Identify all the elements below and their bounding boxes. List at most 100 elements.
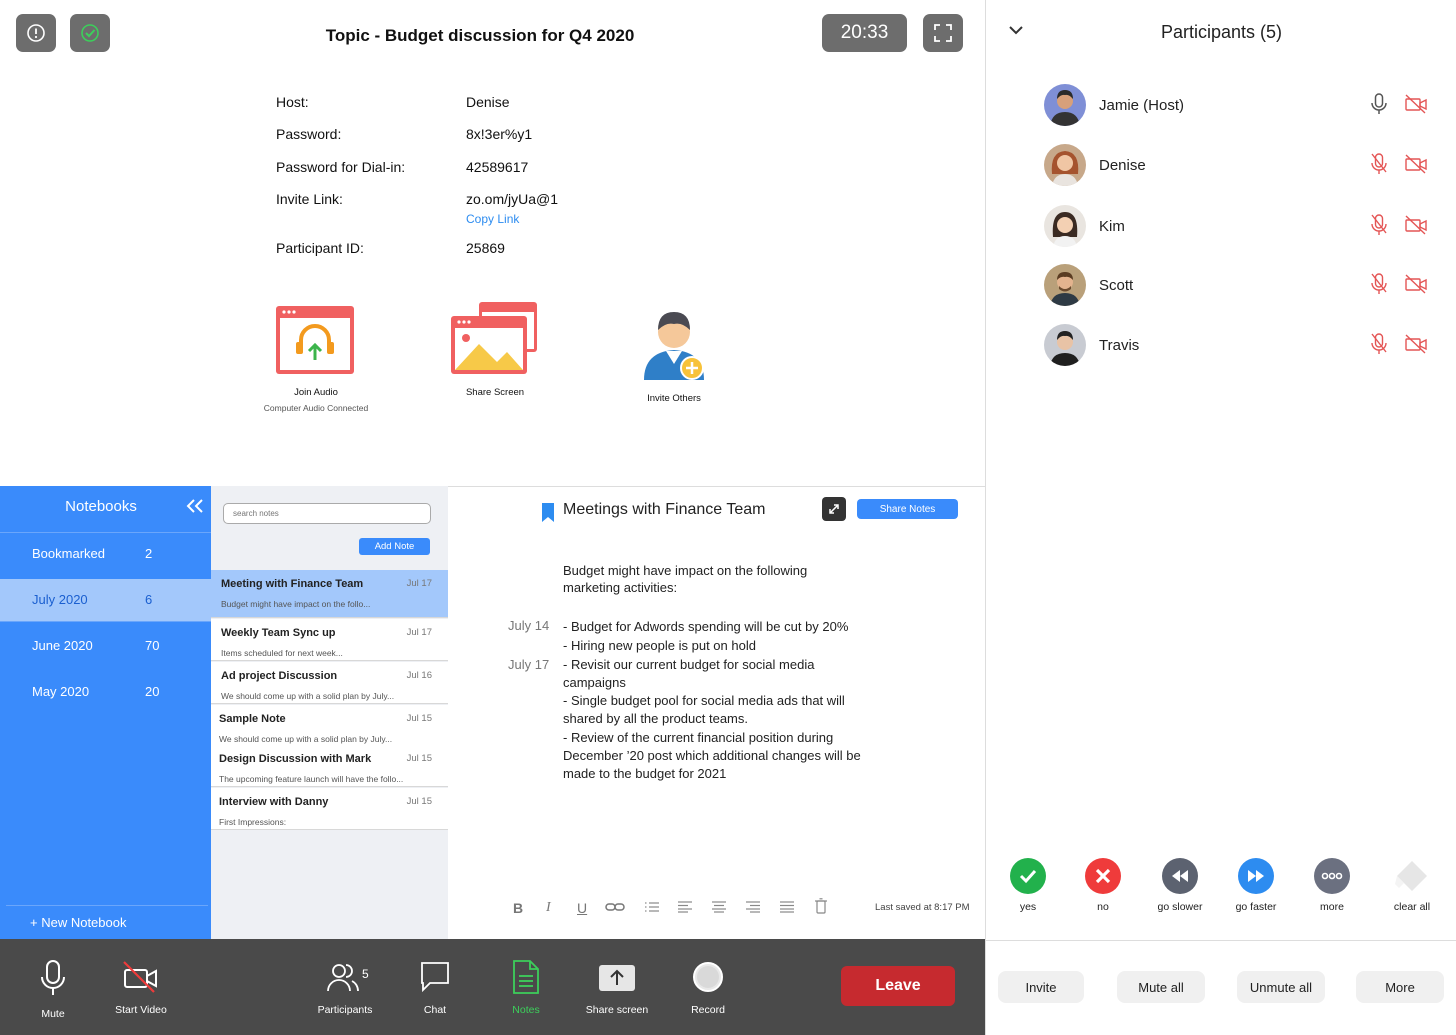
- mute-label: Mute: [41, 1008, 65, 1020]
- notebook-june-2020[interactable]: June 2020 70: [0, 625, 211, 667]
- reaction-clear-all[interactable]: clear all: [1377, 858, 1447, 913]
- note-item[interactable]: Interview with Danny Jul 15 First Impres…: [211, 788, 448, 830]
- align-right-icon[interactable]: [746, 901, 760, 913]
- italic-button[interactable]: I: [546, 900, 551, 916]
- mute-button[interactable]: Mute: [13, 959, 93, 1020]
- note-item[interactable]: Ad project Discussion Jul 16 We should c…: [211, 662, 448, 704]
- note-text-line[interactable]: December ’20 post which additional chang…: [563, 748, 861, 763]
- note-item[interactable]: Meeting with Finance Team Jul 17 Budget …: [211, 570, 448, 618]
- microphone-icon: [41, 960, 65, 995]
- copy-link[interactable]: Copy Link: [466, 212, 519, 226]
- note-text-line[interactable]: made to the budget for 2021: [563, 766, 726, 781]
- participant-row[interactable]: Jamie (Host): [1044, 84, 1434, 126]
- notebook-bookmarked[interactable]: Bookmarked 2: [0, 533, 211, 575]
- record-button[interactable]: Record: [668, 959, 748, 1016]
- trash-icon[interactable]: [815, 898, 827, 914]
- microphone-muted-icon[interactable]: [1370, 213, 1388, 237]
- video-off-icon[interactable]: [1404, 215, 1428, 235]
- invite-others-card[interactable]: Invite Others: [604, 300, 744, 404]
- participant-row[interactable]: Travis: [1044, 324, 1434, 366]
- participant-row[interactable]: Kim: [1044, 205, 1434, 247]
- mute-all-button[interactable]: Mute all: [1117, 971, 1205, 1003]
- note-text-line[interactable]: marketing activities:: [563, 580, 677, 595]
- new-notebook-button[interactable]: + New Notebook: [30, 915, 126, 930]
- participants-button[interactable]: 5 Participants: [305, 959, 385, 1016]
- avatar: [1044, 324, 1086, 366]
- note-editor-title[interactable]: Meetings with Finance Team: [563, 501, 765, 519]
- underline-button[interactable]: U: [577, 900, 587, 916]
- note-date: Jul 15: [406, 753, 432, 764]
- microphone-muted-icon[interactable]: [1370, 272, 1388, 296]
- video-off-icon[interactable]: [1404, 334, 1428, 354]
- note-text-line[interactable]: - Hiring new people is put on hold: [563, 638, 756, 653]
- leave-button[interactable]: Leave: [841, 966, 955, 1006]
- reaction-more[interactable]: more: [1297, 858, 1367, 913]
- note-text-line[interactable]: - Review of the current financial positi…: [563, 730, 833, 745]
- join-audio-status: Computer Audio Connected: [263, 403, 369, 413]
- share-screen-label: Share screen: [585, 1004, 649, 1016]
- align-left-icon[interactable]: [678, 901, 692, 913]
- microphone-icon[interactable]: [1370, 92, 1388, 116]
- notebook-count: 6: [145, 592, 153, 607]
- bold-button[interactable]: B: [513, 900, 523, 916]
- start-video-button[interactable]: Start Video: [101, 959, 181, 1016]
- participant-row[interactable]: Denise: [1044, 144, 1434, 186]
- align-center-icon[interactable]: [712, 901, 726, 913]
- fullscreen-button[interactable]: [923, 14, 963, 52]
- reaction-go-slower[interactable]: go slower: [1145, 858, 1215, 913]
- video-off-icon[interactable]: [1404, 94, 1428, 114]
- unmute-all-button[interactable]: Unmute all: [1237, 971, 1325, 1003]
- note-item[interactable]: Sample Note Jul 15 We should come up wit…: [211, 705, 448, 747]
- reaction-no[interactable]: no: [1068, 858, 1138, 913]
- meeting-app: Topic - Budget discussion for Q4 2020 20…: [0, 0, 1456, 1035]
- join-audio-card[interactable]: Join Audio Computer Audio Connected: [246, 300, 386, 413]
- notes-button[interactable]: Notes: [486, 959, 566, 1016]
- notebook-may-2020[interactable]: May 2020 20: [0, 671, 211, 713]
- note-date: Jul 17: [406, 578, 432, 589]
- note-text-line[interactable]: - Revisit our current budget for social …: [563, 657, 814, 672]
- invite-button[interactable]: Invite: [998, 971, 1084, 1003]
- participant-row[interactable]: Scott: [1044, 264, 1434, 306]
- avatar: [1044, 144, 1086, 186]
- notebook-july-2020[interactable]: July 2020 6: [0, 579, 211, 621]
- microphone-muted-icon[interactable]: [1370, 332, 1388, 356]
- share-screen-button[interactable]: Share screen: [577, 959, 657, 1016]
- note-date-marker: July 14: [508, 618, 550, 633]
- add-note-button[interactable]: Add Note: [359, 538, 430, 555]
- video-off-icon[interactable]: [1404, 274, 1428, 294]
- note-text-line[interactable]: shared by all the product teams.: [563, 711, 748, 726]
- reaction-label: clear all: [1393, 901, 1431, 913]
- reaction-yes[interactable]: yes: [993, 858, 1063, 913]
- collapse-chevrons-icon[interactable]: [186, 498, 204, 514]
- chat-button[interactable]: Chat: [395, 959, 475, 1016]
- chat-icon: [421, 962, 449, 993]
- bookmark-icon[interactable]: [542, 503, 554, 522]
- search-notes-input[interactable]: [223, 503, 431, 524]
- share-screen-card[interactable]: Share Screen: [425, 300, 565, 398]
- share-screen-arrow-icon: [599, 965, 635, 991]
- share-notes-button[interactable]: Share Notes: [857, 499, 958, 519]
- microphone-muted-icon[interactable]: [1370, 152, 1388, 176]
- note-text-line[interactable]: Budget might have impact on the followin…: [563, 563, 807, 578]
- expand-note-button[interactable]: [822, 497, 846, 521]
- reaction-label: yes: [1019, 901, 1037, 913]
- notebook-count: 70: [145, 638, 160, 653]
- note-text-line[interactable]: campaigns: [563, 675, 626, 690]
- reaction-go-faster[interactable]: go faster: [1221, 858, 1291, 913]
- bullet-list-icon[interactable]: [645, 901, 659, 913]
- avatar: [1044, 205, 1086, 247]
- note-text-line[interactable]: - Budget for Adwords spending will be cu…: [563, 619, 848, 634]
- avatar: [1044, 84, 1086, 126]
- note-item[interactable]: Design Discussion with Mark Jul 15 The u…: [211, 745, 448, 787]
- note-item[interactable]: Weekly Team Sync up Jul 17 Items schedul…: [211, 619, 448, 661]
- video-off-icon[interactable]: [1404, 154, 1428, 174]
- justify-icon[interactable]: [780, 901, 794, 913]
- notes-list-panel: Add Note Meeting with Finance Team Jul 1…: [211, 486, 448, 939]
- link-icon[interactable]: [605, 900, 625, 914]
- more-button[interactable]: More: [1356, 971, 1444, 1003]
- last-saved-status: Last saved at 8:17 PM: [875, 902, 970, 913]
- avatar: [1044, 264, 1086, 306]
- notebook-label: May 2020: [32, 684, 90, 699]
- fullscreen-icon: [934, 24, 952, 42]
- note-text-line[interactable]: - Single budget pool for social media ad…: [563, 693, 845, 708]
